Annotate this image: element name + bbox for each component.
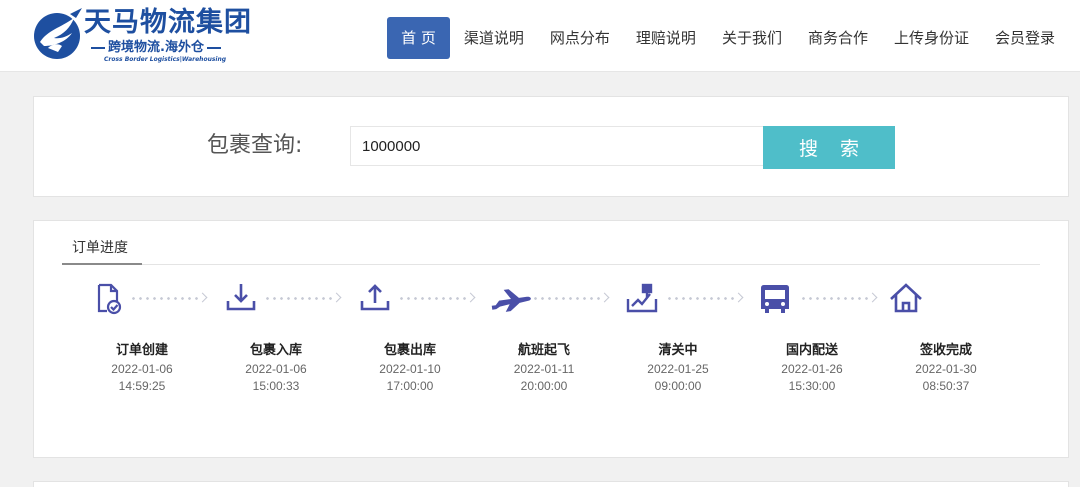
step-time: 08:50:37 bbox=[922, 379, 970, 393]
step-connector bbox=[666, 292, 744, 303]
step-date: 2022-01-11 bbox=[513, 362, 575, 376]
step-date: 2022-01-25 bbox=[647, 362, 709, 376]
step-name: 包裹入库 bbox=[249, 343, 302, 358]
outbound-upload-icon bbox=[356, 279, 394, 317]
airplane-icon bbox=[489, 279, 533, 317]
step-name: 签收完成 bbox=[919, 343, 972, 358]
step-name: 订单创建 bbox=[115, 343, 168, 358]
brand-title: 天马物流集团 bbox=[84, 7, 252, 38]
step-connector bbox=[264, 292, 342, 303]
tab-order-progress[interactable]: 订单进度 bbox=[62, 237, 142, 265]
tracking-number-input[interactable] bbox=[350, 126, 764, 166]
bus-icon bbox=[756, 279, 794, 317]
step-date: 2022-01-26 bbox=[781, 362, 843, 376]
step-connector bbox=[130, 292, 208, 303]
step-connector bbox=[532, 292, 610, 303]
package-search-panel: 包裹查询: 搜 索 bbox=[33, 96, 1069, 197]
order-progress-panel: 订单进度 订单创建 2022-01-06 14:59:25 包裹入库 2022-… bbox=[33, 220, 1069, 458]
step-time: 09:00:00 bbox=[654, 379, 702, 393]
step-date: 2022-01-10 bbox=[379, 362, 441, 376]
progress-tab-bar: 订单进度 bbox=[62, 237, 1040, 265]
step-connector bbox=[800, 292, 878, 303]
inbound-download-icon bbox=[222, 279, 260, 317]
pegasus-emblem-icon bbox=[34, 8, 82, 59]
nav-home[interactable]: 首 页 bbox=[387, 17, 450, 59]
step-name: 清关中 bbox=[658, 343, 698, 358]
customs-clearance-icon bbox=[623, 279, 661, 317]
step-time: 15:00:33 bbox=[252, 379, 300, 393]
step-date: 2022-01-30 bbox=[915, 362, 977, 376]
brand-subtitle: 跨境物流.海外仓 bbox=[88, 40, 224, 55]
step-name: 国内配送 bbox=[785, 343, 838, 358]
document-check-icon bbox=[89, 279, 127, 317]
main-nav: 首 页 渠道说明 网点分布 理赔说明 关于我们 商务合作 上传身份证 会员登录 bbox=[387, 17, 1068, 59]
site-header: 天马物流集团 跨境物流.海外仓 Cross Border Logistics|W… bbox=[0, 0, 1080, 72]
step-name: 包裹出库 bbox=[383, 343, 436, 358]
nav-claims-info[interactable]: 理赔说明 bbox=[623, 17, 709, 59]
step-name: 航班起飞 bbox=[517, 343, 570, 358]
search-button[interactable]: 搜 索 bbox=[763, 126, 895, 169]
house-icon bbox=[887, 279, 925, 317]
brand-subtitle-english: Cross Border Logistics|Warehousing bbox=[104, 56, 227, 63]
brand-subtitle-text: 跨境物流.海外仓 bbox=[108, 40, 204, 55]
nav-branch-map[interactable]: 网点分布 bbox=[537, 17, 623, 59]
nav-business[interactable]: 商务合作 bbox=[795, 17, 881, 59]
brand-logo[interactable]: 天马物流集团 跨境物流.海外仓 Cross Border Logistics|W… bbox=[30, 4, 251, 66]
progress-steps: 订单创建 2022-01-06 14:59:25 包裹入库 2022-01-06… bbox=[34, 279, 1070, 399]
step-date: 2022-01-06 bbox=[111, 362, 173, 376]
step-date: 2022-01-06 bbox=[245, 362, 307, 376]
nav-about-us[interactable]: 关于我们 bbox=[709, 17, 795, 59]
step-time: 14:59:25 bbox=[118, 379, 166, 393]
nav-upload-id[interactable]: 上传身份证 bbox=[881, 17, 982, 59]
step-time: 15:30:00 bbox=[788, 379, 836, 393]
nav-member-login[interactable]: 会员登录 bbox=[982, 17, 1068, 59]
next-panel bbox=[33, 481, 1069, 487]
step-connector bbox=[398, 292, 476, 303]
step-time: 20:00:00 bbox=[520, 379, 568, 393]
step-time: 17:00:00 bbox=[386, 379, 434, 393]
search-label: 包裹查询: bbox=[207, 133, 303, 158]
nav-channel-info[interactable]: 渠道说明 bbox=[451, 17, 537, 59]
